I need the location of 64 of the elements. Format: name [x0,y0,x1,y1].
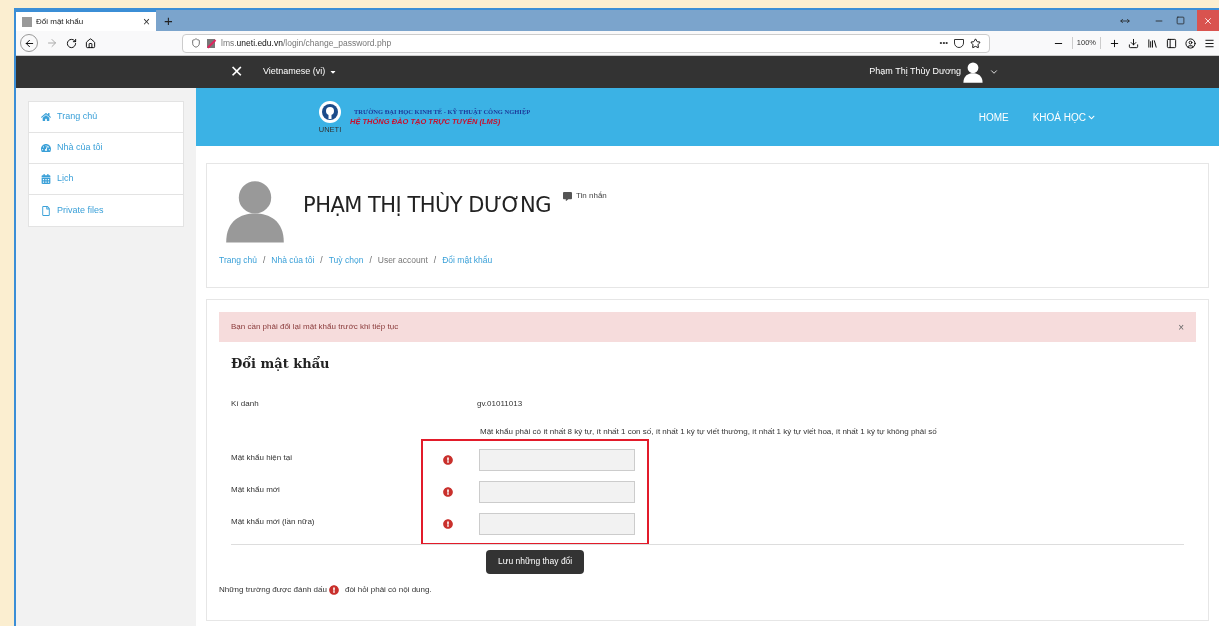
field-label: Kí danh [231,397,260,410]
library-icon[interactable] [1147,37,1158,49]
breadcrumb-link[interactable]: Đổi mật khẩu [442,254,493,267]
password-field[interactable] [479,480,635,503]
sidebar-item[interactable]: Trang chủ [29,102,183,133]
caret-icon [329,68,338,76]
page-actions-button[interactable]: ••• [939,37,948,49]
field-label: Mật khẩu mới (lần nữa) [231,515,316,528]
chat-bubble-icon [562,191,572,201]
password-field[interactable] [479,512,635,535]
alert-text: Bạn cần phải đổi lại mật khẩu trước khi tiếp tục [231,321,400,333]
required-note-text: Những trường được đánh dấu [219,583,327,596]
save-changes-button[interactable]: Lưu những thay đổi [486,549,585,574]
breadcrumb-separator: / [262,254,266,267]
url-text: lms.uneti.edu.vn/login/change_password.php [221,36,393,50]
breadcrumb-link[interactable]: Trang chủ [219,254,257,267]
sidebar-item[interactable]: Private files [29,195,183,226]
home-icon [41,112,51,122]
browser-tab[interactable]: Đổi mật khẩu × [16,10,156,31]
form-title: Đổi mật khẩu [231,355,331,373]
page-icon [22,16,32,27]
file-icon [41,205,51,216]
home-icon[interactable] [85,37,96,49]
message-link[interactable]: Tin nhắn [562,190,607,202]
close-icon [1203,15,1213,26]
sidebar-item[interactable]: Lịch [29,164,183,195]
caret-icon[interactable] [989,67,999,77]
school-logo-icon [318,100,342,125]
breadcrumb-link[interactable]: Nhà của tôi [271,254,315,267]
bookmark-star-icon[interactable] [970,37,981,49]
username-value: gv.01011013 [477,397,523,410]
close-drawer-button[interactable]: ✕ [230,64,243,80]
breadcrumb-separator: / [320,254,323,267]
profile-name: PHẠM THỊ THÙY DƯƠNG [303,191,551,219]
sidebar-icon[interactable] [1166,37,1177,49]
required-note-text: đòi hỏi phải có nội dung. [344,583,432,596]
password-policy: Mật khẩu phải có ít nhất 8 ký tự, ít nhất 1 con số, ít nhất 1 ký tự viết thường, ít nhất 1 ký tự viết hoa, ít nhất 1 ký tự không phải số [480,425,938,438]
reload-icon[interactable] [66,37,77,49]
dashboard-icon [41,143,51,153]
close-alert-button[interactable]: × [1178,319,1184,335]
field-label: Mật khẩu hiện tại [231,451,293,464]
back-arrow-icon [23,37,35,49]
plain-label: User account [377,254,428,267]
new-tab-button[interactable]: + [156,10,181,31]
field-label: Mật khẩu mới [231,483,281,496]
user-name[interactable]: Phạm Thị Thùy Dương [869,65,961,79]
password-field[interactable] [479,448,635,471]
menu-icon[interactable] [1204,37,1215,49]
breadcrumb-separator: / [433,254,437,267]
shield-icon [191,38,201,48]
download-icon[interactable] [1128,37,1139,49]
chevron-down-icon [1088,113,1095,121]
account-icon[interactable] [1185,37,1196,49]
language-menu[interactable]: Vietnamese (vi) [263,65,338,79]
close-tab-button[interactable]: × [143,15,150,28]
sidebar-item[interactable]: Nhà của tôi [29,133,183,164]
breadcrumb-separator: / [369,254,372,267]
calendar-icon [41,174,51,184]
required-icon [328,584,339,595]
restore-icon[interactable] [1176,16,1185,25]
zoom-in-icon[interactable] [1109,37,1120,49]
address-bar[interactable]: lms.uneti.edu.vn/login/change_password.php ••• [182,33,990,53]
user-avatar-icon [961,60,985,84]
breadcrumb-link[interactable]: Tuỳ chọn [328,254,364,267]
